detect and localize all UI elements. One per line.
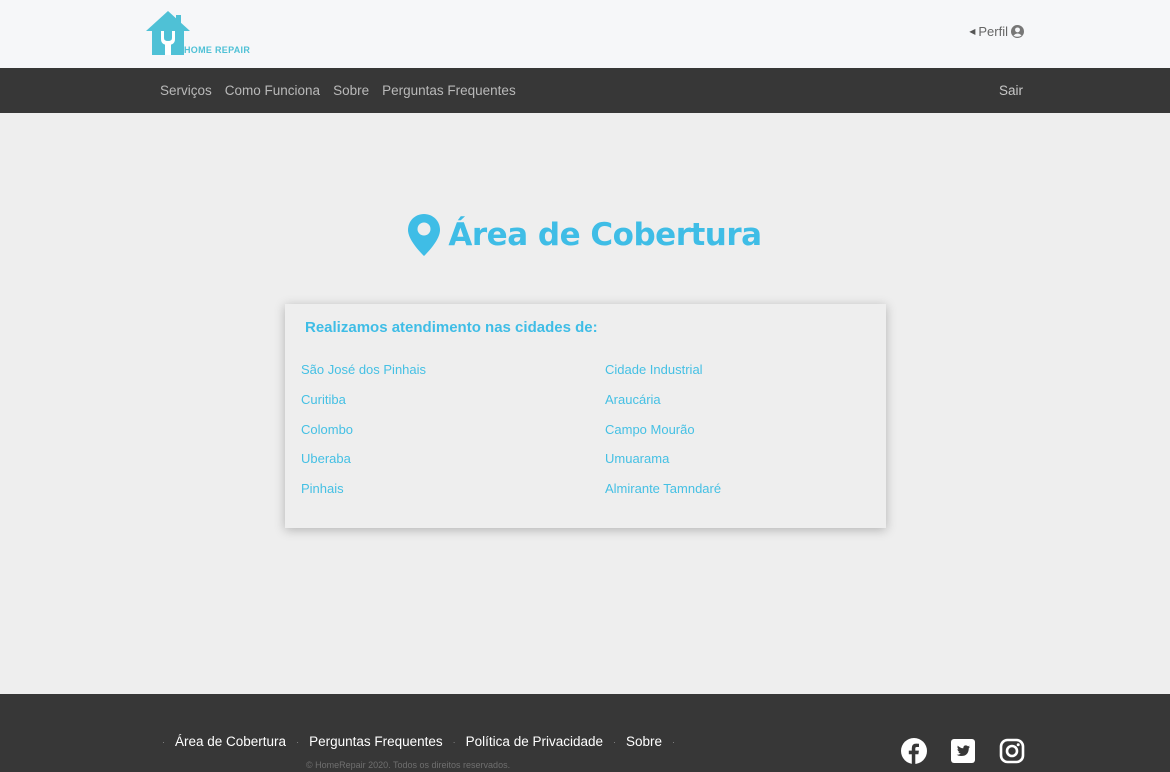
city-item: Umuarama (605, 451, 670, 467)
twitter-icon[interactable] (950, 738, 976, 764)
coverage-card: Realizamos atendimento nas cidades de: S… (285, 304, 886, 528)
nav-link-perguntas-frequentes[interactable]: Perguntas Frequentes (382, 83, 516, 98)
separator-dot: · (613, 736, 616, 747)
instagram-icon[interactable] (999, 738, 1025, 764)
city-item: Araucária (605, 391, 661, 407)
nav-link-como-funciona[interactable]: Como Funciona (225, 83, 320, 98)
separator-dot: · (672, 736, 676, 747)
city-item: Almirante Tamndaré (605, 481, 722, 497)
city-item: Cidade Industrial (605, 362, 703, 377)
city-item: Colombo (301, 421, 354, 437)
top-header: HOME REPAIR ◀ Perfil (0, 0, 1170, 68)
city-item: Pinhais (301, 481, 344, 497)
separator-dot: · (296, 736, 300, 747)
footer-link-sobre[interactable]: Sobre (626, 734, 662, 749)
city-item: São José dos Pinhais (301, 362, 427, 377)
profile-menu[interactable]: ◀ Perfil (969, 24, 1024, 39)
nav-links: Serviços Como Funciona Sobre Perguntas F… (160, 68, 516, 113)
home-repair-logo[interactable]: HOME REPAIR (146, 9, 261, 57)
footer-links: · Área de Cobertura · Perguntas Frequent… (162, 734, 675, 749)
caret-left-icon: ◀ (969, 27, 976, 36)
page-title: Área de Cobertura (448, 217, 762, 253)
logo-text: HOME REPAIR (184, 45, 251, 55)
user-circle-icon (1011, 25, 1024, 38)
footer-link-perguntas-frequentes[interactable]: Perguntas Frequentes (309, 734, 443, 749)
city-item: Curitiba (301, 391, 346, 407)
facebook-icon[interactable] (901, 738, 927, 764)
city-item: Uberaba (301, 451, 351, 467)
card-title: Realizamos atendimento nas cidades de: (305, 319, 598, 336)
social-links (901, 738, 1025, 764)
footer-link-politica-de-privacidade[interactable]: Política de Privacidade (466, 734, 603, 749)
copyright-text: © HomeRepair 2020. Todos os direitos res… (306, 760, 511, 770)
separator-dot: · (452, 736, 456, 747)
city-item: Campo Mourão (605, 421, 695, 437)
page-footer: · Área de Cobertura · Perguntas Frequent… (0, 694, 1170, 772)
main-navbar: Serviços Como Funciona Sobre Perguntas F… (0, 68, 1170, 113)
logout-link[interactable]: Sair (999, 68, 1023, 113)
map-marker-icon (408, 214, 441, 256)
separator-dot: · (162, 736, 165, 747)
profile-label: Perfil (978, 24, 1008, 39)
nav-link-servicos[interactable]: Serviços (160, 83, 212, 98)
cities-left-column: São José dos Pinhais Curitiba Colombo Ub… (301, 361, 426, 498)
nav-link-sobre[interactable]: Sobre (333, 83, 369, 98)
footer-link-area-de-cobertura[interactable]: Área de Cobertura (175, 734, 286, 749)
page-heading: Área de Cobertura (0, 214, 1170, 256)
cities-right-column: Cidade Industrial Araucária Campo Mourão… (605, 361, 721, 498)
